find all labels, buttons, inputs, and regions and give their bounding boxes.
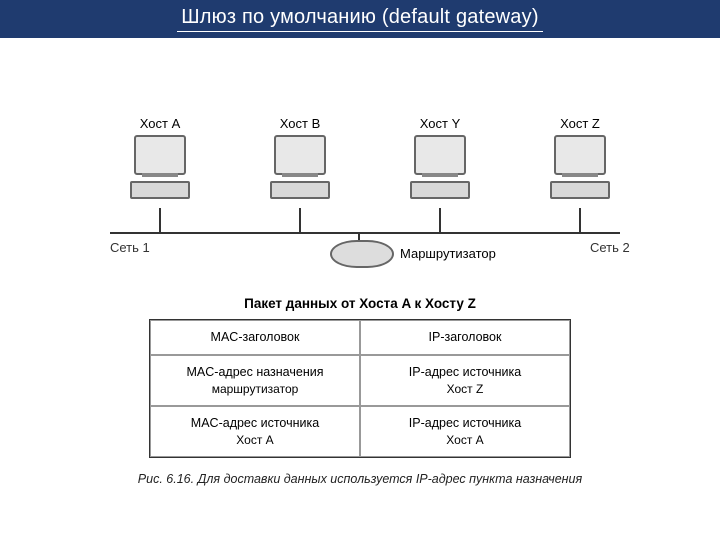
figure-caption: Рис. 6.16. Для доставки данных используе… — [0, 472, 720, 486]
mac-dest-line2: маршрутизатор — [161, 381, 349, 397]
computer-icon — [130, 135, 190, 199]
ip-dest-line1: IP-адрес источника — [371, 364, 559, 381]
router-label: Маршрутизатор — [400, 246, 496, 261]
figure-caption-text: Для доставки данных используется IP-адре… — [198, 472, 583, 486]
mac-src-cell: MAC-адрес источника Хост A — [150, 406, 360, 457]
ip-dest-line2: Хост Z — [371, 381, 559, 397]
packet-table: MAC-заголовок IP-заголовок MAC-адрес наз… — [149, 319, 571, 458]
mac-src-line2: Хост A — [161, 432, 349, 448]
ip-src-cell: IP-адрес источника Хост A — [360, 406, 570, 457]
host-y: Хост Y — [380, 116, 500, 199]
host-b-label: Хост B — [240, 116, 360, 131]
cable-drop — [299, 208, 301, 232]
host-a: Хост A — [100, 116, 220, 199]
ip-src-line2: Хост A — [371, 432, 559, 448]
cable-drop — [439, 208, 441, 232]
mac-dest-line1: MAC-адрес назначения — [161, 364, 349, 381]
ip-dest-cell: IP-адрес источника Хост Z — [360, 355, 570, 406]
host-z-label: Хост Z — [520, 116, 640, 131]
net1-label: Сеть 1 — [110, 240, 150, 255]
ip-header-cell: IP-заголовок — [360, 320, 570, 355]
title-bar: Шлюз по умолчанию (default gateway) — [0, 0, 720, 38]
net2-label: Сеть 2 — [590, 240, 630, 255]
network-diagram: Хост A Хост B Хост Y Хост Z Сеть 1 Сеть … — [0, 68, 720, 258]
router-icon — [330, 240, 394, 268]
page-title: Шлюз по умолчанию (default gateway) — [177, 6, 542, 32]
host-y-label: Хост Y — [380, 116, 500, 131]
bus-net2 — [360, 232, 620, 234]
cable-drop — [159, 208, 161, 232]
host-b: Хост B — [240, 116, 360, 199]
bus-net1 — [110, 232, 360, 234]
cable-drop — [579, 208, 581, 232]
mac-src-line1: MAC-адрес источника — [161, 415, 349, 432]
mac-header-cell: MAC-заголовок — [150, 320, 360, 355]
ip-src-line1: IP-адрес источника — [371, 415, 559, 432]
computer-icon — [410, 135, 470, 199]
computer-icon — [550, 135, 610, 199]
packet-title: Пакет данных от Хоста A к Хосту Z — [0, 296, 720, 311]
host-a-label: Хост A — [100, 116, 220, 131]
computer-icon — [270, 135, 330, 199]
figure-number: Рис. 6.16. — [138, 472, 194, 486]
host-z: Хост Z — [520, 116, 640, 199]
mac-dest-cell: MAC-адрес назначения маршрутизатор — [150, 355, 360, 406]
